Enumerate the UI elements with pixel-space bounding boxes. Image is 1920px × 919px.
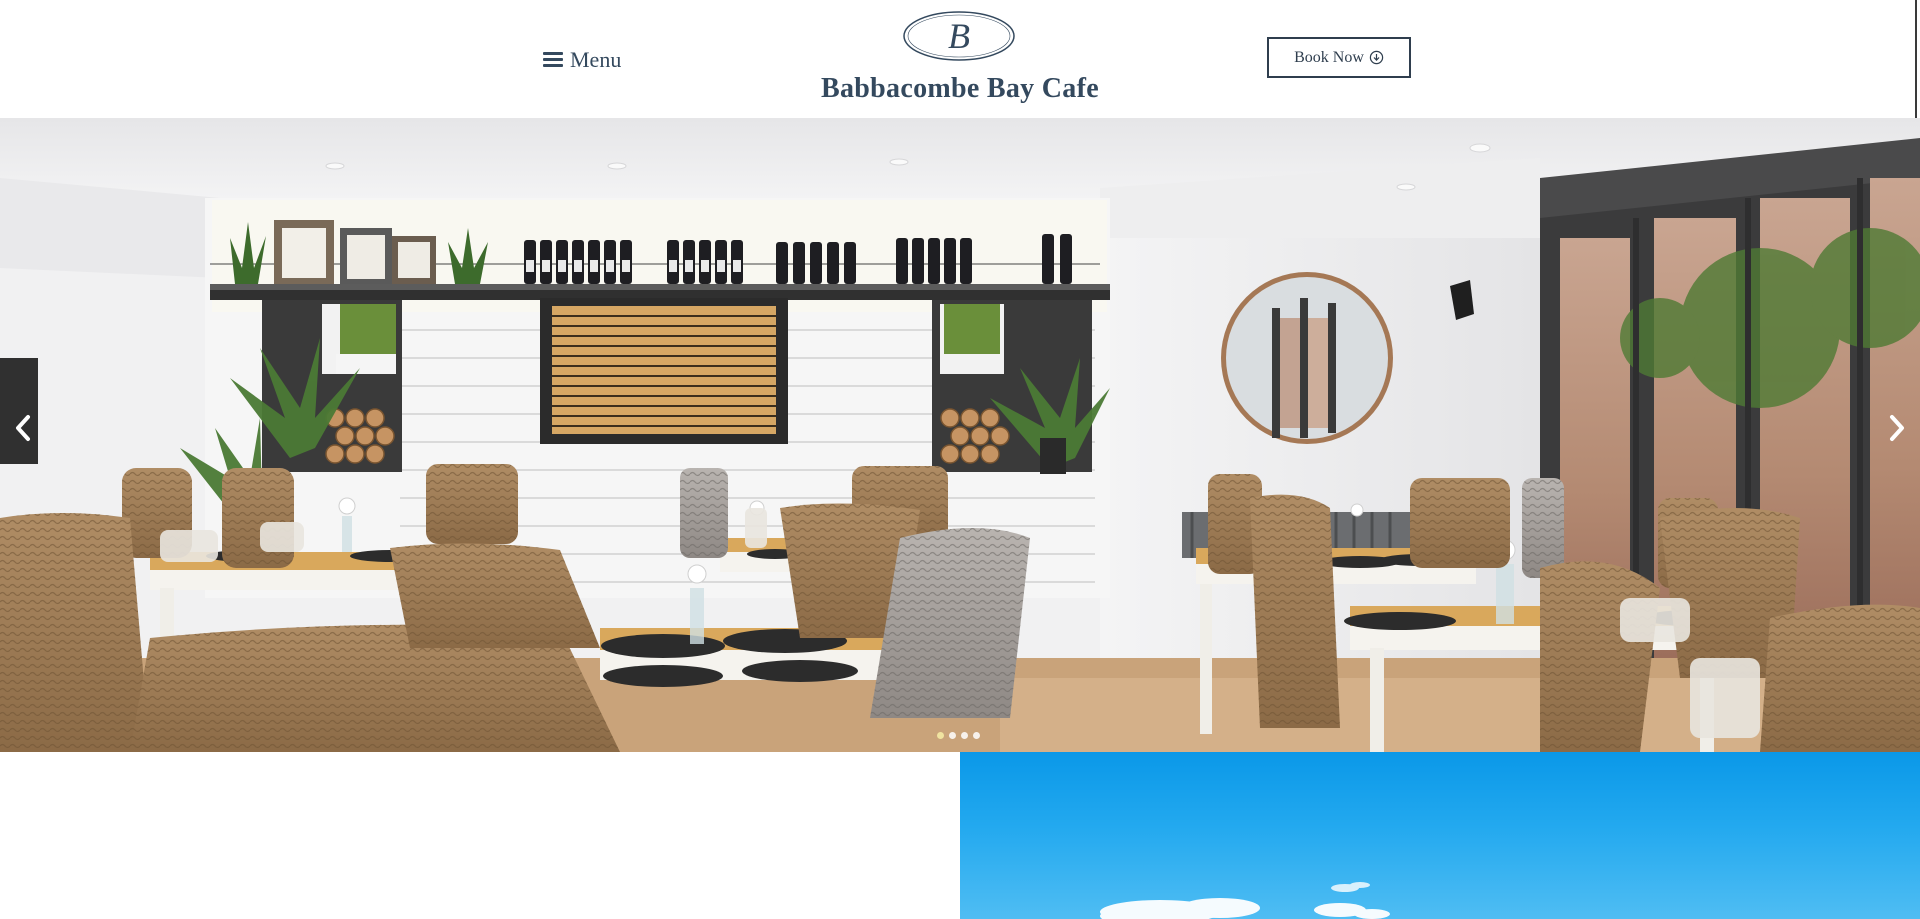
chevron-left-icon [16, 415, 30, 441]
slider-dot[interactable] [973, 732, 980, 739]
logo-oval-icon: B [903, 11, 1015, 61]
site-header: Menu B Babbacombe Bay Cafe Book Now [0, 0, 1920, 118]
logo-emblem[interactable]: B [902, 10, 1016, 62]
slider-dots [937, 732, 980, 739]
logo-letter: B [948, 16, 970, 56]
menu-toggle-button[interactable]: Menu [543, 46, 621, 74]
hero-slider [0, 118, 1920, 752]
page-scrollbar[interactable] [1915, 0, 1917, 118]
hamburger-icon [543, 52, 563, 68]
slider-dot[interactable] [949, 732, 956, 739]
chevron-right-icon [1890, 415, 1904, 441]
menu-label: Menu [570, 47, 622, 72]
content-panel [0, 752, 960, 919]
hero-image [0, 118, 1920, 752]
book-now-label: Book Now [1294, 48, 1364, 66]
slider-dot[interactable] [937, 732, 944, 739]
slider-next-button[interactable] [1882, 408, 1912, 448]
slider-dot[interactable] [961, 732, 968, 739]
slider-prev-button[interactable] [8, 408, 38, 448]
sky-image [960, 752, 1920, 919]
clouds-illustration [1100, 882, 1390, 919]
download-circle-icon [1369, 50, 1384, 65]
book-now-button[interactable]: Book Now [1267, 37, 1411, 78]
site-title[interactable]: Babbacombe Bay Cafe [760, 73, 1160, 105]
